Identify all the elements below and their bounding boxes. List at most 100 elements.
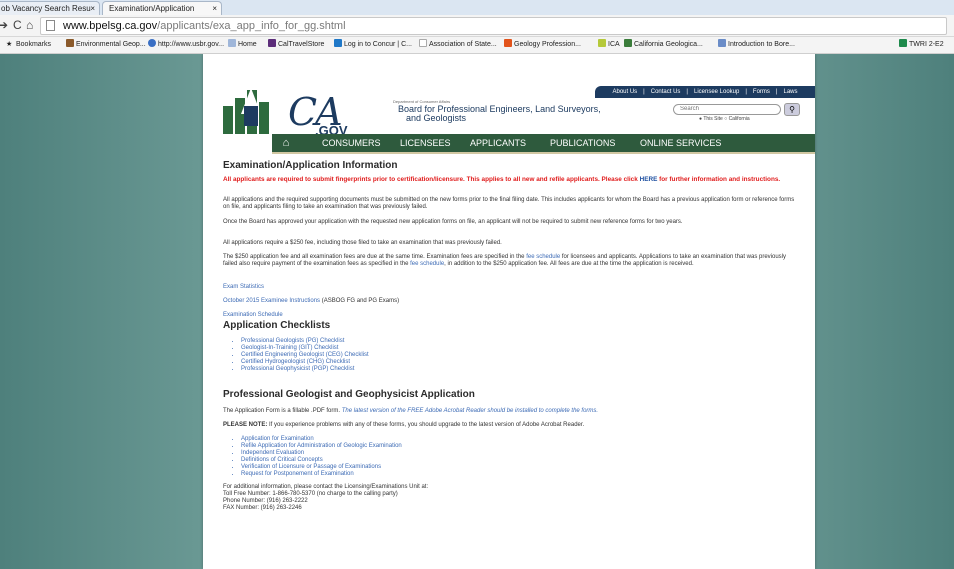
separator: | <box>745 89 747 95</box>
browser-toolbar: ➔ C ⌂ www.bpelsg.ca.gov/applicants/exa_a… <box>0 15 954 37</box>
pg-application-heading: Professional Geologist and Geophysicist … <box>223 389 475 400</box>
url-host: www.bpelsg.ca.gov <box>63 20 158 32</box>
contact-line: Phone Number: (916) 263-2222 <box>223 498 308 504</box>
page-icon <box>419 39 427 47</box>
october-instructions-tail: (ASBOG FG and PG Exams) <box>320 298 400 304</box>
please-note-text: If you experience problems with any of t… <box>267 422 585 428</box>
bookmark-label: ICA <box>608 41 620 48</box>
list-item[interactable]: Professional Geophysicist (PGP) Checklis… <box>241 366 801 373</box>
nav-publications[interactable]: PUBLICATIONS <box>550 134 615 152</box>
board-name: Board for Professional Engineers, Land S… <box>398 105 601 123</box>
contact-us-link[interactable]: Contact Us <box>651 89 681 95</box>
forms-link[interactable]: Forms <box>753 89 770 95</box>
close-icon[interactable]: × <box>212 2 217 15</box>
bookmark-item[interactable]: Bookmarks <box>16 37 51 53</box>
alert-tail: for further information and instructions… <box>657 176 781 183</box>
checklist-list: Professional Geologists (PG) Checklist G… <box>223 338 801 373</box>
search-scope[interactable]: ● This Site ○ California <box>699 116 750 122</box>
site-icon <box>899 39 907 47</box>
bookmark-item[interactable]: TWRI 2-E2 <box>899 37 944 53</box>
fee-schedule-link[interactable]: fee schedule <box>410 261 444 267</box>
bookmark-item[interactable]: Home <box>228 37 257 53</box>
fingerprint-alert: All applicants are required to submit fi… <box>223 176 798 184</box>
forward-icon[interactable]: ➔ <box>0 18 8 32</box>
site-icon <box>334 39 342 47</box>
home-icon[interactable]: ⌂ <box>26 18 33 32</box>
bookmark-label: Bookmarks <box>16 41 52 48</box>
bookmark-item[interactable]: Environmental Geop... <box>66 37 146 53</box>
fee-text: , in addition to the $250 application fe… <box>444 261 694 267</box>
contact-line: For additional information, please conta… <box>223 484 429 490</box>
tab-examination[interactable]: Examination/Application × <box>102 1 222 15</box>
bookmark-item[interactable]: Association of State... <box>419 37 497 53</box>
home-icon[interactable]: ⌂ <box>272 134 300 152</box>
exam-schedule-link[interactable]: Examination Schedule <box>223 312 798 319</box>
please-note: PLEASE NOTE: If you experience problems … <box>223 422 798 429</box>
nav-applicants[interactable]: APPLICANTS <box>470 134 526 152</box>
nav-licensees[interactable]: LICENSEES <box>400 134 451 152</box>
here-link[interactable]: HERE <box>640 176 658 183</box>
list-item[interactable]: Refile Application for Administration of… <box>241 443 801 450</box>
close-icon[interactable]: × <box>90 2 95 15</box>
please-note-label: PLEASE NOTE: <box>223 422 268 428</box>
bookmark-label: Geology Profession... <box>514 41 581 48</box>
laws-link[interactable]: Laws <box>783 89 797 95</box>
search-icon[interactable]: ⚲ <box>784 103 800 116</box>
site-icon <box>598 39 606 47</box>
paragraph: All applications and the required suppor… <box>223 197 795 210</box>
separator: | <box>643 89 645 95</box>
board-logo-icon <box>223 88 269 134</box>
bookmark-item[interactable]: CalTravelStore <box>268 37 324 53</box>
list-item[interactable]: Certified Engineering Geologist (CEG) Ch… <box>241 352 801 359</box>
acrobat-link[interactable]: The latest version of the FREE Adobe Acr… <box>342 408 598 414</box>
exam-statistics-link[interactable]: Exam Statistics <box>223 284 798 291</box>
contact-info: For additional information, please conta… <box>223 484 798 512</box>
contact-line: Toll Free Number: 1-866-780-5370 (no cha… <box>223 491 398 497</box>
bookmark-item[interactable]: http://www.usbr.gov... <box>148 37 224 53</box>
tab-job-vacancy[interactable]: ob Vacancy Search Resu × <box>0 1 100 15</box>
separator: | <box>686 89 688 95</box>
checklists-heading: Application Checklists <box>223 320 331 331</box>
bookmark-star-icon: ★ <box>6 41 13 48</box>
site-icon <box>504 39 512 47</box>
page-title: Examination/Application Information <box>223 160 398 171</box>
list-item[interactable]: Certified Hydrogeologist (CHG) Checklist <box>241 359 801 366</box>
nav-online-services[interactable]: ONLINE SERVICES <box>640 134 721 152</box>
bookmark-label: Introduction to Bore... <box>728 41 795 48</box>
contact-line: FAX Number: (916) 263-2246 <box>223 505 302 511</box>
list-item[interactable]: Geologist-In-Training (GIT) Checklist <box>241 345 801 352</box>
bookmark-item[interactable]: California Geologica... <box>624 37 703 53</box>
usgs-icon <box>66 39 74 47</box>
site-icon <box>718 39 726 47</box>
list-item[interactable]: Request for Postponement of Examination <box>241 471 801 478</box>
alert-text: All applicants are required to submit fi… <box>223 176 640 183</box>
bookmark-item[interactable]: ICA <box>598 37 620 53</box>
fee-schedule-link[interactable]: fee schedule <box>526 254 560 260</box>
bookmark-item[interactable]: Geology Profession... <box>504 37 581 53</box>
board-name-line2: and Geologists <box>406 113 467 123</box>
list-item[interactable]: Verification of Licensure or Passage of … <box>241 464 801 471</box>
search-input[interactable] <box>673 104 781 115</box>
bookmark-label: California Geologica... <box>634 41 703 48</box>
list-item[interactable]: Independent Evaluation <box>241 450 801 457</box>
top-links: About Us | Contact Us | Licensee Lookup | Form… <box>595 86 815 98</box>
site-icon <box>624 39 632 47</box>
nav-consumers[interactable]: CONSUMERS <box>322 134 381 152</box>
globe-icon <box>148 39 156 47</box>
bookmark-item[interactable]: Introduction to Bore... <box>718 37 795 53</box>
list-item[interactable]: Definitions of Critical Concepts <box>241 457 801 464</box>
bookmark-item[interactable]: Log in to Concur | C... <box>334 37 412 53</box>
site-container: About Us | Contact Us | Licensee Lookup | Form… <box>203 54 815 569</box>
list-item[interactable]: Professional Geologists (PG) Checklist <box>241 338 801 345</box>
october-instructions-link[interactable]: October 2015 Examinee Instructions <box>223 298 320 304</box>
reload-icon[interactable]: C <box>13 18 22 32</box>
about-us-link[interactable]: About Us <box>612 89 637 95</box>
address-bar[interactable]: www.bpelsg.ca.gov/applicants/exa_app_inf… <box>40 17 947 35</box>
licensee-lookup-link[interactable]: Licensee Lookup <box>694 89 739 95</box>
bookmark-label: Home <box>238 41 257 48</box>
page-background: About Us | Contact Us | Licensee Lookup | Form… <box>0 54 954 569</box>
tab-label: ob Vacancy Search Resu <box>1 4 91 13</box>
bookmarks-bar: ★ Bookmarks Environmental Geop... http:/… <box>0 37 954 54</box>
list-item[interactable]: Application for Examination <box>241 436 801 443</box>
nav-bar: CONSUMERS LICENSEES APPLICANTS PUBLICATI… <box>272 134 815 154</box>
